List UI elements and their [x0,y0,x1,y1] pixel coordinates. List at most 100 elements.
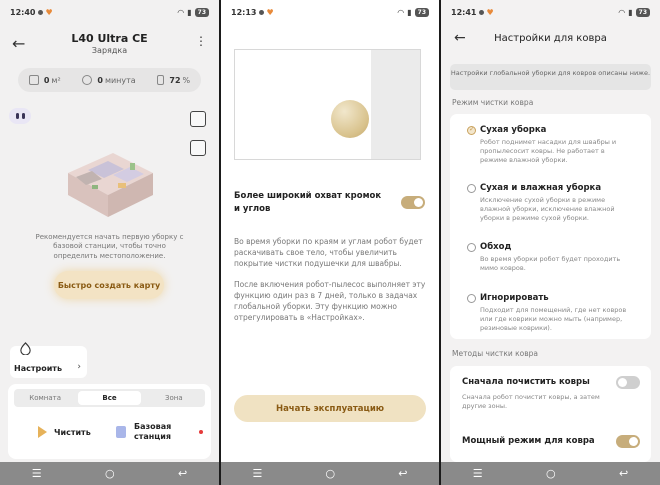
radio-icon[interactable] [467,184,476,193]
home-icon[interactable]: ○ [546,467,556,480]
stat-area: 0 [43,75,50,85]
carpet-methods-card: Сначала почистить ковры Сначала робот по… [450,366,651,462]
app-notification-icon: ♥ [486,7,494,17]
stat-time-unit: минута [104,75,136,85]
status-bar: 12:40 ♥ ◠ ▮ 73 [0,0,219,24]
setup-label: Настроить [14,364,62,373]
method-title: Сначала почистить ковры [462,377,590,387]
carpet-first-toggle[interactable] [616,376,640,389]
stat-battery-unit: % [182,75,191,85]
robot-face-icon[interactable] [9,108,31,124]
tab-zone[interactable]: Зона [143,389,205,407]
start-button[interactable]: Начать эксплуатацию [234,395,426,422]
chevron-right-icon: › [77,362,81,372]
method-description: Сначала робот почистит ковры, а затем др… [462,393,600,410]
page-title: Настройки для ковра [494,33,607,44]
setup-card[interactable]: Настроить › [10,342,87,378]
mode-description: Подходит для помещений, где нет ковров и… [480,306,627,332]
menu-icon[interactable]: ☰ [473,467,483,480]
notification-icon [479,9,485,15]
edge-coverage-toggle[interactable] [401,196,425,209]
map-settings-icon[interactable] [190,140,206,156]
notification-icon [38,9,44,15]
first-clean-hint: Рекомендуется начать первую уборку с баз… [35,233,184,260]
home-icon[interactable]: ○ [105,467,115,480]
status-time: 12:13 [231,7,257,17]
more-vert-icon[interactable]: ⋮ [195,34,207,48]
robot-home-screen: 12:40 ♥ ◠ ▮ 73 ← L40 Ultra CE Зарядка ⋮ … [0,0,219,485]
mode-description: Робот поднимет насадки для швабры и проп… [480,138,617,164]
carpet-mode-card: Сухая уборка Робот поднимет насадки для … [450,114,651,339]
battery-level: 73 [194,7,209,17]
play-icon [38,426,47,438]
wifi-icon: ◠ [397,7,405,17]
mode-description: Во время уборки робот будет проходить ми… [480,255,621,272]
wifi-icon: ◠ [177,7,185,17]
stat-battery: 72 [169,75,181,85]
app-notification-icon: ♥ [45,7,53,17]
menu-icon[interactable]: ☰ [253,467,263,480]
option-note: После включения робот-пылесос выполняет … [234,280,426,322]
device-status: Зарядка [91,46,128,55]
back-icon[interactable]: ↩ [398,467,407,480]
battery-level: 73 [414,7,429,17]
carpet-boost-toggle[interactable] [616,435,640,448]
battery-icon [157,75,165,85]
carpet-settings-screen: 12:41 ♥ ◠ ▮ 73 ← Настройки для ковра Нас… [441,0,660,485]
radio-icon[interactable] [467,294,476,303]
option-title: Более широкий охват кромок и углов [234,191,382,214]
method-title: Мощный режим для ковра [462,436,595,446]
status-time: 12:40 [10,7,36,17]
tab-all[interactable]: Все [78,391,141,405]
tab-room[interactable]: Комната [14,389,76,407]
wall-illustration [371,50,420,159]
notification-icon [259,9,265,15]
section-carpet-methods: Методы чистки ковра [452,349,539,358]
signal-icon: ▮ [407,7,412,17]
control-card: Комната Все Зона Чистить Базовая станция [8,384,211,459]
status-time: 12:41 [451,7,477,17]
wifi-icon: ◠ [618,7,626,17]
clean-mode-tabs: Комната Все Зона [14,389,205,407]
battery-level: 73 [635,7,650,17]
system-nav-bar: ☰ ○ ↩ [221,462,439,485]
status-bar: 12:41 ♥ ◠ ▮ 73 [441,0,660,24]
drop-icon [20,342,31,355]
quick-map-button[interactable]: Быстро создать карту [54,271,164,299]
radio-icon[interactable] [467,243,476,252]
mode-title: Сухая уборка [480,125,547,135]
alert-dot [199,430,203,434]
mode-title: Сухая и влажная уборка [480,183,602,193]
edge-coverage-diagram [234,49,421,160]
app-notification-icon: ♥ [266,7,274,17]
option-description: Во время уборки по краям и углам робот б… [234,237,423,268]
mop-pad-illustration [331,100,369,138]
mode-title: Обход [480,242,512,252]
section-carpet-mode: Режим чистки ковра [452,98,534,107]
signal-icon: ▮ [187,7,192,17]
clean-button[interactable]: Чистить [38,426,91,438]
signal-icon: ▮ [628,7,633,17]
cleaning-stats: 0 м² 0 минута 72% [18,68,201,92]
radio-checked-icon[interactable] [467,125,476,135]
base-station-button[interactable]: Базовая станция [116,422,174,443]
clock-icon [82,75,93,85]
area-icon [28,75,39,85]
floor-map-illustration [58,145,160,220]
clean-label: Чистить [54,427,91,437]
system-nav-bar: ☰ ○ ↩ [0,462,219,485]
back-icon[interactable]: ↩ [619,467,628,480]
info-notice: Настройки глобальной уборки для ковров о… [450,64,651,90]
menu-icon[interactable]: ☰ [32,467,42,480]
stat-time: 0 [97,75,103,85]
system-nav-bar: ☰ ○ ↩ [441,462,660,485]
stat-area-unit: м² [51,75,61,85]
mode-description: Исключение сухой уборки в режиме влажной… [480,196,615,222]
status-bar: 12:13 ♥ ◠ ▮ 73 [221,0,439,24]
station-icon [116,426,126,439]
back-icon[interactable]: ↩ [178,467,187,480]
map-edit-icon[interactable] [190,111,206,127]
mode-title: Игнорировать [480,293,549,303]
home-icon[interactable]: ○ [326,467,336,480]
station-label: Базовая станция [134,422,172,442]
